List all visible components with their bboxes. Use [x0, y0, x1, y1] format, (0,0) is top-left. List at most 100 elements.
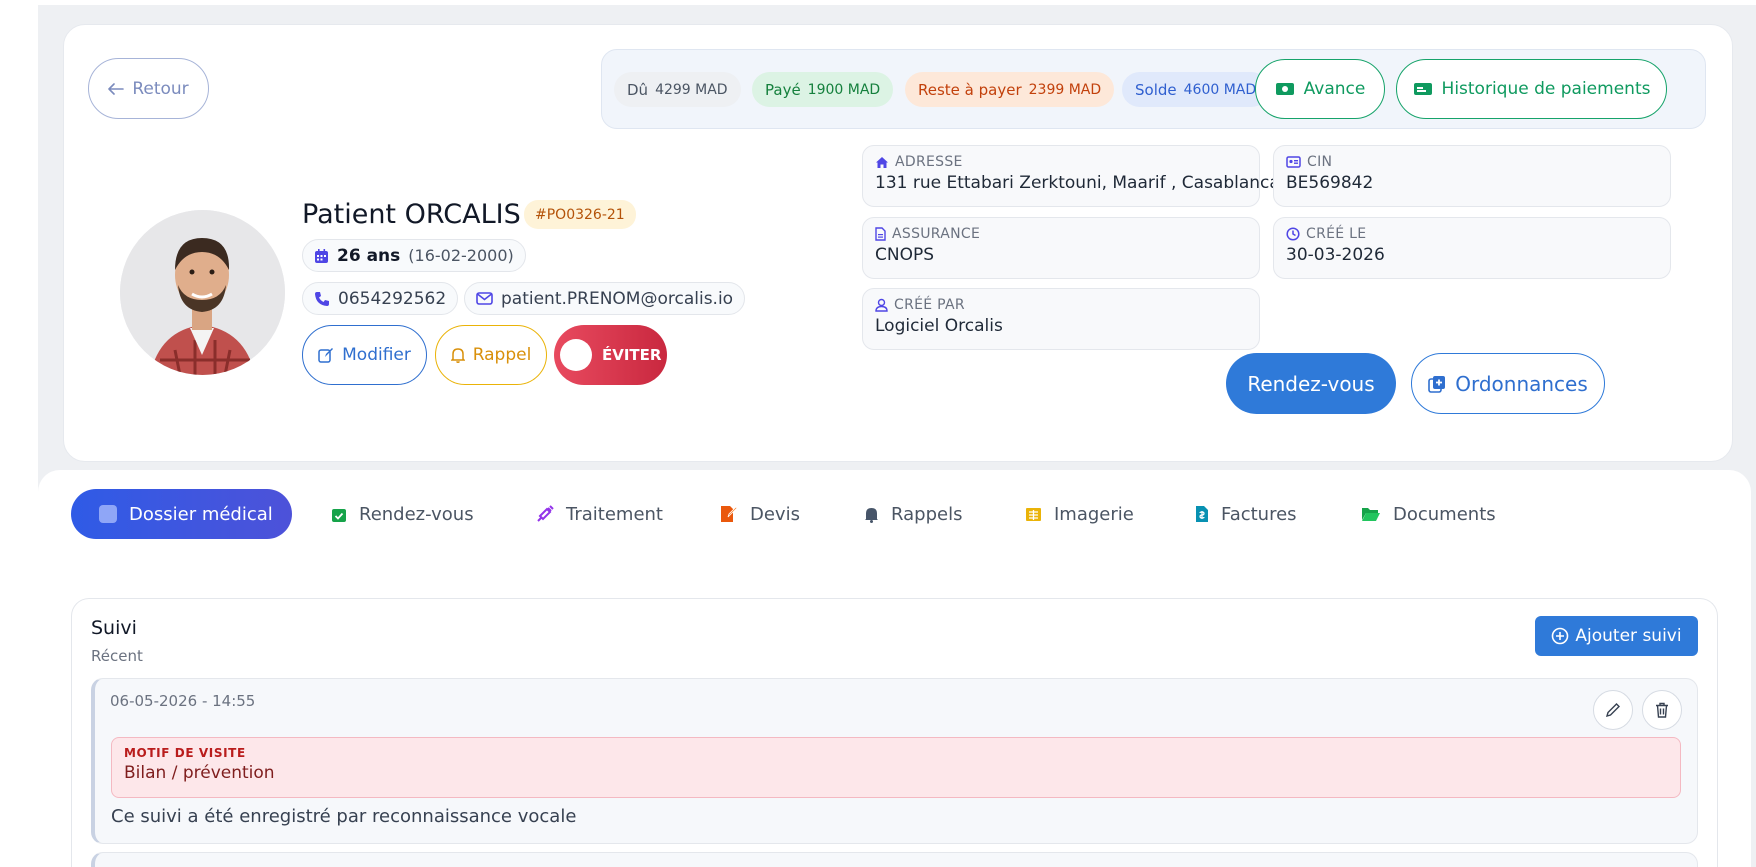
address-field: ADRESSE 131 rue Ettabari Zerktouni, Maar… [862, 145, 1280, 207]
add-follow-up-label: Ajouter suivi [1575, 626, 1682, 646]
cin-value: BE569842 [1286, 173, 1374, 193]
plus-circle-icon [1551, 627, 1569, 645]
insurance-label: ASSURANCE [892, 226, 981, 242]
created-date-field: CRÉÉ LE 30-03-2026 [1273, 217, 1671, 279]
tab-rappels[interactable]: Rappels [864, 489, 962, 539]
created-by-value: Logiciel Orcalis [875, 316, 1003, 336]
patient-code-badge: #PO0326-21 [524, 200, 636, 229]
invoice-icon [1195, 505, 1209, 523]
due-value: 4299 MAD [655, 81, 728, 98]
toggle-knob [560, 339, 592, 371]
paid-label: Payé [765, 80, 801, 99]
id-card-icon [1286, 156, 1301, 168]
user-icon [875, 298, 888, 312]
bell-icon [450, 347, 465, 363]
payment-summary-bar: Dû 4299 MAD Payé 1900 MAD Reste à payer … [601, 49, 1706, 129]
clock-icon [1286, 227, 1300, 241]
back-label: Retour [132, 78, 189, 99]
home-icon [875, 156, 889, 169]
tab-label: Dossier médical [129, 503, 273, 525]
entry-text: Ce suivi a été enregistré par reconnaiss… [111, 806, 577, 827]
cin-label: CIN [1307, 154, 1333, 170]
appointment-button[interactable]: Rendez-vous [1226, 353, 1396, 414]
edit-entry-button[interactable] [1593, 690, 1633, 730]
calendar-icon [314, 248, 329, 264]
birth-date: (16-02-2000) [408, 246, 514, 265]
created-date-label: CRÉÉ LE [1306, 226, 1367, 242]
arrow-left-icon [108, 82, 125, 95]
avoid-label: ÉVITER [602, 346, 662, 364]
file-edit-icon [720, 505, 738, 523]
remaining-label: Reste à payer [918, 80, 1022, 99]
tab-label: Factures [1221, 503, 1297, 525]
tab-dossier-medical[interactable]: Dossier médical [71, 489, 292, 539]
visit-reason-box: MOTIF DE VISITE Bilan / prévention [111, 737, 1681, 798]
payment-history-button[interactable]: Historique de paiements [1396, 59, 1667, 119]
due-badge: Dû 4299 MAD [614, 72, 741, 107]
entry-date: 06-05-2026 - 14:55 [110, 692, 256, 710]
email-value: patient.PRENOM@orcalis.io [501, 288, 734, 309]
cin-field: CIN BE569842 [1273, 145, 1671, 207]
tab-label: Rendez-vous [359, 503, 474, 525]
edit-icon [318, 347, 334, 363]
delete-entry-button[interactable] [1642, 690, 1682, 730]
visit-reason-value: Bilan / prévention [124, 763, 275, 783]
email-chip[interactable]: patient.PRENOM@orcalis.io [464, 282, 746, 315]
tab-traitement[interactable]: Traitement [536, 489, 663, 539]
follow-up-title: Suivi [91, 617, 137, 639]
address-value: 131 rue Ettabari Zerktouni, Maarif , Cas… [875, 173, 1280, 193]
pencil-icon [1605, 702, 1621, 718]
tab-label: Imagerie [1054, 503, 1134, 525]
paid-badge: Payé 1900 MAD [752, 72, 894, 107]
patient-avatar [120, 210, 285, 375]
prescription-icon [1428, 375, 1446, 393]
prescriptions-label: Ordonnances [1455, 371, 1588, 396]
folder-open-icon [1361, 506, 1381, 522]
syringe-icon [536, 505, 554, 523]
document-icon [875, 227, 886, 241]
card-icon [1413, 82, 1433, 96]
tab-factures[interactable]: Factures [1195, 489, 1297, 539]
remaining-value: 2399 MAD [1028, 81, 1102, 98]
due-label: Dû [627, 80, 649, 99]
payment-history-label: Historique de paiements [1441, 79, 1651, 99]
remaining-badge: Reste à payer 2399 MAD [905, 72, 1115, 107]
phone-chip[interactable]: 0654292562 [302, 282, 459, 315]
advance-button[interactable]: Avance [1255, 59, 1385, 119]
follow-up-subtitle: Récent [91, 647, 143, 665]
advance-label: Avance [1303, 79, 1366, 99]
phone-value: 0654292562 [338, 288, 447, 309]
mail-icon [476, 292, 493, 305]
patient-name: Patient ORCALIS [302, 199, 521, 230]
reminder-label: Rappel [472, 345, 532, 365]
edit-label: Modifier [342, 345, 411, 365]
bell-icon [864, 506, 879, 523]
prescriptions-button[interactable]: Ordonnances [1411, 353, 1605, 414]
insurance-field: ASSURANCE CNOPS [862, 217, 1260, 279]
balance-label: Solde [1135, 80, 1177, 99]
created-by-label: CRÉÉ PAR [894, 297, 965, 313]
tab-rendez-vous[interactable]: Rendez-vous [331, 489, 474, 539]
avoid-toggle[interactable]: ÉVITER [554, 325, 667, 385]
visit-reason-label: MOTIF DE VISITE [124, 746, 246, 760]
tab-imagerie[interactable]: Imagerie [1025, 489, 1134, 539]
address-label: ADRESSE [895, 154, 963, 170]
money-icon [1275, 82, 1295, 96]
folder-plus-icon [99, 505, 117, 523]
balance-badge: Solde 4600 MAD [1122, 72, 1270, 107]
age-value: 26 ans [337, 245, 401, 266]
add-follow-up-button[interactable]: Ajouter suivi [1535, 616, 1698, 656]
reminder-button[interactable]: Rappel [435, 325, 547, 385]
trash-icon [1655, 702, 1669, 718]
calendar-check-icon [331, 506, 347, 523]
tab-label: Traitement [566, 503, 663, 525]
created-date-value: 30-03-2026 [1286, 245, 1385, 265]
created-by-field: CRÉÉ PAR Logiciel Orcalis [862, 288, 1260, 350]
age-chip: 26 ans (16-02-2000) [302, 239, 526, 272]
phone-icon [314, 291, 330, 307]
tab-devis[interactable]: Devis [720, 489, 800, 539]
paid-value: 1900 MAD [807, 81, 881, 98]
edit-patient-button[interactable]: Modifier [302, 325, 427, 385]
tab-documents[interactable]: Documents [1361, 489, 1496, 539]
back-button[interactable]: Retour [88, 58, 209, 119]
